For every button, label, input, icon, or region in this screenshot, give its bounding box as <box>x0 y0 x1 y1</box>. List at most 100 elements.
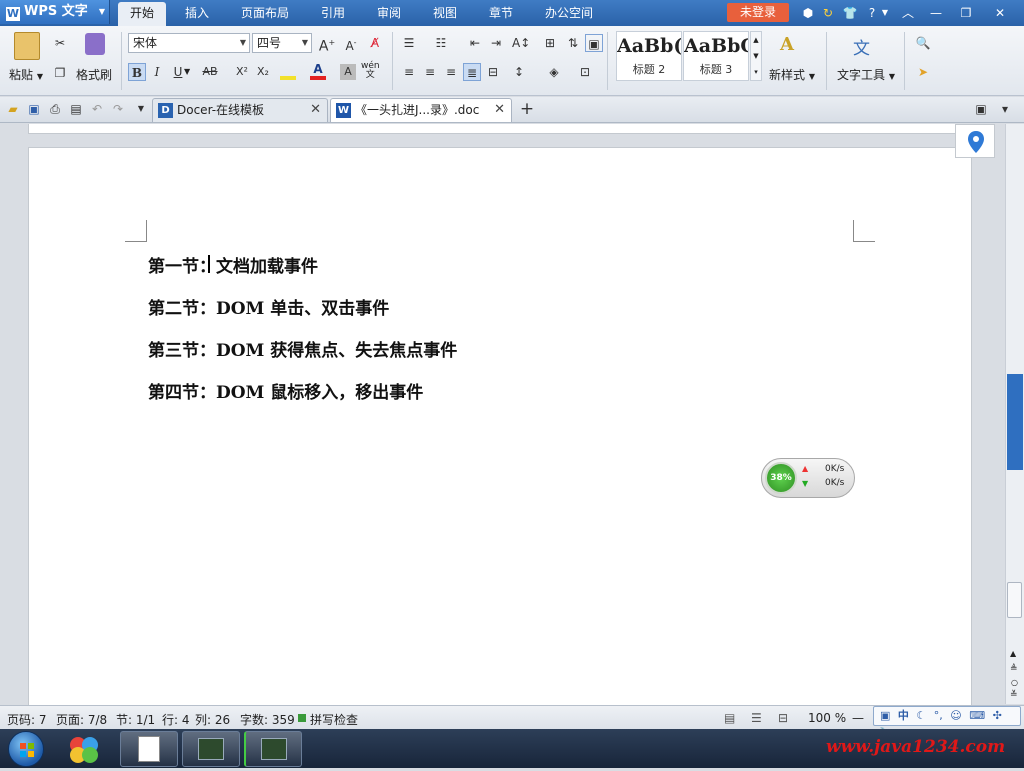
font-color-icon[interactable]: A <box>310 62 326 80</box>
tab-insert[interactable]: 插入 <box>174 2 220 26</box>
skin-icon[interactable]: ⬢ <box>800 5 816 21</box>
increase-indent-icon[interactable]: ⇥ <box>487 34 505 52</box>
wps-menu-button[interactable]: W WPS 文字 ▼ <box>0 0 110 24</box>
select-icon[interactable]: ➤ <box>914 63 932 81</box>
justify-icon[interactable]: ≣ <box>463 63 481 81</box>
next-page-icon[interactable]: ≚ <box>1010 690 1018 700</box>
ime-moon-icon[interactable]: ☾ <box>916 709 926 722</box>
font-size-select[interactable]: 四号 ▼ <box>252 33 312 53</box>
scroll-up-icon[interactable]: ▲ <box>1010 649 1016 658</box>
style-heading-2[interactable]: AaBb( 标题 2 <box>616 31 682 81</box>
app-launcher-icon[interactable] <box>66 733 102 765</box>
find-icon[interactable]: 🔍 <box>914 34 932 52</box>
chevron-down-icon[interactable]: ▼ <box>184 63 190 81</box>
sort-icon[interactable]: ⇅ <box>564 34 582 52</box>
text-tools-icon[interactable]: 文 <box>853 34 870 59</box>
print-icon[interactable]: ⎙ <box>46 100 64 118</box>
paragraph-section-4[interactable]: 第四节：DOM 鼠标移入，移出事件 <box>148 378 423 403</box>
taskbar-app-3[interactable] <box>244 731 302 767</box>
ime-punct-icon[interactable]: °, <box>934 709 943 722</box>
vertical-scrollbar[interactable]: ▲ ≜ ○ ≚ <box>1005 124 1024 704</box>
tab-office-space[interactable]: 办公空间 <box>536 2 602 26</box>
login-button[interactable]: 未登录 <box>727 3 789 22</box>
ime-mode[interactable]: 中 <box>898 709 909 722</box>
bold-button[interactable]: B <box>128 63 146 81</box>
close-icon[interactable]: ✕ <box>992 5 1008 21</box>
close-tab-icon[interactable]: ✕ <box>494 99 505 121</box>
paste-button[interactable]: 粘贴 ▼ <box>9 66 43 83</box>
ime-keyboard-icon[interactable]: ⌨ <box>969 709 985 722</box>
ime-split-icon[interactable]: ✣ <box>993 709 1002 722</box>
decrease-indent-icon[interactable]: ⇤ <box>466 34 484 52</box>
font-name-select[interactable]: 宋体 ▼ <box>128 33 250 53</box>
shrink-font-icon[interactable]: A- <box>342 34 360 53</box>
tab-page-layout[interactable]: 页面布局 <box>232 2 298 26</box>
new-tab-icon[interactable]: + <box>518 100 536 118</box>
refresh-icon[interactable]: ↻ <box>820 5 836 21</box>
previous-page-icon[interactable]: ≜ <box>1010 664 1018 674</box>
minimize-icon[interactable]: — <box>928 5 944 21</box>
save-icon[interactable]: ▣ <box>25 100 43 118</box>
shading-icon[interactable]: ◈ <box>545 63 563 81</box>
table-icon[interactable]: ⊞ <box>541 34 559 52</box>
paragraph-section-3[interactable]: 第三节：DOM 获得焦点、失去焦点事件 <box>148 336 457 361</box>
tab-chapter[interactable]: 章节 <box>478 2 524 26</box>
location-pin-button[interactable] <box>955 124 995 158</box>
tab-home[interactable]: 开始 <box>118 2 166 26</box>
taskbar-wps-writer[interactable] <box>120 731 178 767</box>
open-folder-icon[interactable]: ▰ <box>4 100 22 118</box>
tab-review[interactable]: 审阅 <box>366 2 412 26</box>
text-direction-icon[interactable]: A↕ <box>512 34 530 52</box>
outline-view-icon[interactable]: ☰ <box>751 711 762 725</box>
strikethrough-button[interactable]: AB <box>198 63 222 81</box>
taskbar-app-2[interactable] <box>182 731 240 767</box>
italic-button[interactable]: I <box>148 63 166 81</box>
format-painter-button[interactable]: 格式刷 <box>76 66 112 83</box>
grow-font-icon[interactable]: A+ <box>318 34 336 55</box>
tab-references[interactable]: 引用 <box>310 2 356 26</box>
phonetic-guide-icon[interactable]: wén 文 <box>361 62 380 80</box>
start-button[interactable] <box>8 731 44 767</box>
tab-docer[interactable]: D Docer-在线模板 ✕ <box>152 98 328 122</box>
tab-view[interactable]: 视图 <box>422 2 468 26</box>
highlight-icon[interactable] <box>280 64 296 80</box>
show-marks-icon[interactable]: ▣ <box>585 34 603 52</box>
cut-icon[interactable]: ✂ <box>51 34 69 52</box>
format-painter-icon[interactable] <box>85 33 105 55</box>
page-view-icon[interactable]: ▤ <box>724 711 735 725</box>
numbered-list-icon[interactable]: ☷ <box>432 34 450 52</box>
bullet-list-icon[interactable]: ☰ <box>400 34 418 52</box>
clear-format-icon[interactable]: A̸ <box>366 34 384 52</box>
tab-menu-icon[interactable]: ▾ <box>996 100 1014 118</box>
align-left-icon[interactable]: ≡ <box>400 63 418 81</box>
quick-access-dropdown-icon[interactable]: ▼ <box>132 100 150 118</box>
close-tab-icon[interactable]: ✕ <box>310 99 321 121</box>
align-center-icon[interactable]: ≡ <box>421 63 439 81</box>
zoom-out-icon[interactable]: — <box>852 711 864 725</box>
paragraph-section-2[interactable]: 第二节：DOM 单击、双击事件 <box>148 294 389 319</box>
tab-active-document[interactable]: W 《一头扎进J...录》.doc ✕ <box>330 98 512 122</box>
line-spacing-icon[interactable]: ↕ <box>510 63 528 81</box>
spell-check-button[interactable]: 拼写检查 <box>310 711 358 728</box>
zoom-level[interactable]: 100 % <box>808 711 846 725</box>
border-icon[interactable]: ⊡ <box>576 63 594 81</box>
distributed-align-icon[interactable]: ⊟ <box>484 63 502 81</box>
ime-emoji-icon[interactable]: ☺ <box>950 709 961 722</box>
paragraph-section-1[interactable]: 第一节：文档加载事件 <box>148 252 318 277</box>
help-dropdown-icon[interactable]: ▼ <box>877 5 893 21</box>
network-speed-widget[interactable]: 38% ▲ ▼ 0K/s 0K/s <box>761 458 855 498</box>
new-style-button[interactable]: 新样式 ▼ <box>769 66 815 83</box>
ime-toolbar[interactable]: ▣ 中 ☾ °, ☺ ⌨ ✣ 🔧 <box>873 706 1021 740</box>
collapse-ribbon-icon[interactable]: ︿ <box>900 5 916 21</box>
redo-icon[interactable]: ↷ <box>109 100 127 118</box>
web-view-icon[interactable]: ⊟ <box>778 711 788 725</box>
style-gallery-scroll[interactable]: ▲ ▼ ▾ <box>750 31 762 81</box>
char-shading-icon[interactable]: A <box>340 64 356 80</box>
document-page[interactable] <box>28 147 972 707</box>
shirt-icon[interactable]: 👕 <box>842 5 858 21</box>
clipboard-icon[interactable] <box>14 32 40 60</box>
select-browse-object-icon[interactable]: ○ <box>1011 678 1018 687</box>
align-right-icon[interactable]: ≡ <box>442 63 460 81</box>
scroll-thumb[interactable] <box>1007 582 1022 618</box>
print-preview-icon[interactable]: ▤ <box>67 100 85 118</box>
